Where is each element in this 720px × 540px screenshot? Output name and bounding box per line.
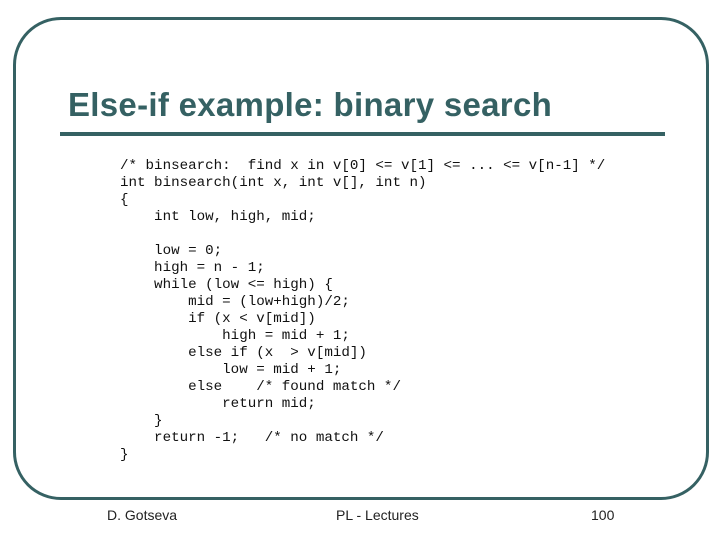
code-block: /* binsearch: find x in v[0] <= v[1] <= … (120, 158, 605, 464)
code-line: return -1; /* no match */ (120, 430, 384, 446)
code-line: /* binsearch: find x in v[0] <= v[1] <= … (120, 158, 606, 174)
code-line: } (120, 447, 129, 463)
code-line: while (low <= high) { (120, 277, 333, 293)
code-line: { (120, 192, 129, 208)
footer-course: PL - Lectures (336, 507, 419, 523)
code-line: if (x < v[mid]) (120, 311, 316, 327)
code-line: low = mid + 1; (120, 362, 342, 378)
code-line: high = n - 1; (120, 260, 265, 276)
code-line: high = mid + 1; (120, 328, 350, 344)
title-underline (60, 132, 665, 136)
code-line: else if (x > v[mid]) (120, 345, 367, 361)
footer-page-number: 100 (591, 507, 615, 523)
code-line: else /* found match */ (120, 379, 401, 395)
code-line: } (120, 413, 163, 429)
code-line: return mid; (120, 396, 316, 412)
footer-author: D. Gotseva (107, 507, 178, 523)
slide-title: Else-if example: binary search (68, 86, 553, 123)
code-line: int low, high, mid; (120, 209, 316, 225)
code-line: mid = (low+high)/2; (120, 294, 350, 310)
code-line: int binsearch(int x, int v[], int n) (120, 175, 427, 191)
code-line: low = 0; (120, 243, 223, 259)
